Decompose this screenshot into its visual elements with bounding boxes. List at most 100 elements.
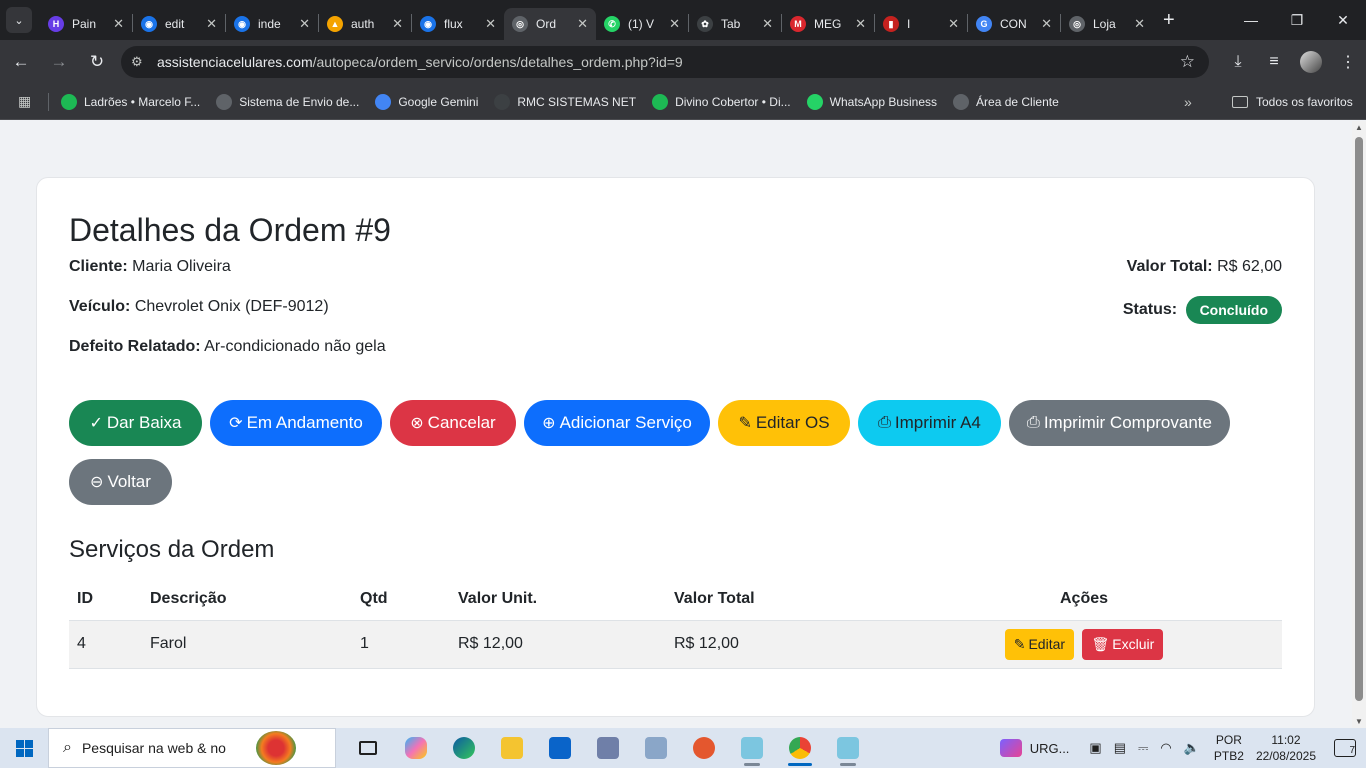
bookmark-item[interactable]: Google Gemini: [375, 93, 478, 110]
tab-close-icon[interactable]: ✕: [577, 16, 588, 32]
browser-tab[interactable]: H Pain ✕: [40, 8, 132, 40]
bookmark-star-icon[interactable]: ☆: [1180, 52, 1195, 72]
notepad-icon[interactable]: [728, 728, 776, 768]
taskbar-search[interactable]: ⌕ Pesquisar na web & no: [48, 728, 336, 768]
menu-kebab-icon[interactable]: ⋮: [1330, 52, 1366, 72]
all-bookmarks-folder[interactable]: Todos os favoritos: [1232, 95, 1353, 109]
browser-tab[interactable]: G CON ✕: [968, 8, 1060, 40]
status-label: Status:: [1122, 301, 1178, 319]
editar-os-button[interactable]: ✎ Editar OS: [718, 400, 850, 446]
tab-close-icon[interactable]: ✕: [299, 16, 310, 32]
bookmark-item[interactable]: Área de Cliente: [953, 93, 1059, 110]
url-text[interactable]: assistenciacelulares.com/autopeca/ordem_…: [157, 54, 683, 70]
media-control-icon[interactable]: ≡: [1256, 53, 1292, 71]
tab-title: edit: [165, 17, 185, 31]
bookmark-item[interactable]: Sistema de Envio de...: [216, 93, 359, 110]
browser-tab[interactable]: M MEG ✕: [782, 8, 874, 40]
bookmark-item[interactable]: Ladrões • Marcelo F...: [61, 93, 200, 110]
delete-service-button[interactable]: 🗑 Excluir: [1082, 628, 1164, 660]
input-language[interactable]: POR PTB2: [1214, 732, 1244, 764]
lang-bottom: PTB2: [1213, 749, 1244, 763]
browser-tab[interactable]: ◉ edit ✕: [133, 8, 225, 40]
chrome-icon[interactable]: [776, 728, 824, 768]
network-tool-icon[interactable]: [584, 728, 632, 768]
tab-close-icon[interactable]: ✕: [485, 16, 496, 32]
download-icon[interactable]: ⤓: [1220, 53, 1256, 71]
volume-icon[interactable]: 🔈: [1184, 740, 1200, 756]
scroll-down-arrow-icon[interactable]: ▼: [1355, 717, 1363, 726]
imprimir-a4-button[interactable]: ⎙ Imprimir A4: [858, 400, 1001, 446]
bookmark-label: RMC SISTEMAS NET: [517, 94, 637, 109]
pencil-icon: ✎: [738, 415, 752, 432]
new-tab-plus-icon[interactable]: +: [1163, 9, 1175, 32]
tab-close-icon[interactable]: ✕: [113, 16, 124, 32]
minimize-icon[interactable]: —: [1228, 0, 1274, 40]
delete-service-label: Excluir: [1112, 636, 1155, 652]
browser-tab[interactable]: ◉ flux ✕: [412, 8, 504, 40]
edge-icon[interactable]: [440, 728, 488, 768]
task-view-icon[interactable]: [344, 728, 392, 768]
bookmark-item[interactable]: RMC SISTEMAS NET: [494, 93, 637, 110]
tab-close-icon[interactable]: ✕: [948, 16, 959, 32]
browser-tab[interactable]: ▲ auth ✕: [319, 8, 411, 40]
bookmark-item[interactable]: WhatsApp Business: [806, 93, 937, 110]
profile-avatar[interactable]: [1300, 51, 1322, 73]
tab-close-icon[interactable]: ✕: [1134, 16, 1145, 32]
apps-grid-icon[interactable]: ▦: [18, 93, 38, 110]
close-window-icon[interactable]: ✕: [1320, 0, 1366, 40]
address-bar[interactable]: ⚙ assistenciacelulares.com/autopeca/orde…: [121, 46, 1209, 78]
dar-baixa-label: Dar Baixa: [106, 413, 182, 432]
tray-app[interactable]: URG...: [999, 739, 1069, 757]
edit-service-button[interactable]: ✎ Editar: [1004, 628, 1075, 660]
page-scrollbar[interactable]: ▲ ▼: [1352, 121, 1366, 728]
cancelar-button[interactable]: ⊗ Cancelar: [390, 400, 516, 446]
printer-icon: ⎙: [878, 414, 891, 431]
office-files-icon[interactable]: [632, 728, 680, 768]
browser-tab[interactable]: ◎ Loja ✕: [1061, 8, 1153, 40]
copilot-icon[interactable]: [392, 728, 440, 768]
tab-close-icon[interactable]: ✕: [392, 16, 403, 32]
scroll-up-arrow-icon[interactable]: ▲: [1355, 123, 1363, 132]
tab-search-chevron-icon[interactable]: ⌄: [6, 7, 32, 33]
forward-arrow-icon[interactable]: →: [42, 45, 76, 79]
tab-title: flux: [444, 17, 463, 31]
clock[interactable]: 11:02 22/08/2025: [1256, 732, 1316, 764]
browser-tab-strip: ⌄ H Pain ✕ ◉ edit ✕ ◉ inde ✕ ▲ auth ✕ ◉ flux ✕ ◎ Ord ✕ ✆ (1…: [0, 0, 1366, 40]
meet-icon[interactable]: ▣: [1089, 740, 1101, 756]
wifi-icon[interactable]: ◠: [1160, 740, 1171, 756]
outlook-icon[interactable]: [536, 728, 584, 768]
browser-tab[interactable]: ◎ Ord ✕: [504, 8, 596, 40]
tab-close-icon[interactable]: ✕: [855, 16, 866, 32]
more-bookmarks-chevron-icon[interactable]: »: [1184, 94, 1192, 110]
tab-close-icon[interactable]: ✕: [206, 16, 217, 32]
imprimir-comprovante-button[interactable]: ⎙ Imprimir Comprovante: [1009, 400, 1230, 446]
plus-circle-icon: ⊕: [542, 415, 556, 432]
tab-close-icon[interactable]: ✕: [669, 16, 680, 32]
dar-baixa-button[interactable]: ✓ Dar Baixa: [69, 400, 202, 446]
browser-tab[interactable]: ◉ inde ✕: [226, 8, 318, 40]
scrollbar-thumb[interactable]: [1355, 137, 1363, 701]
voltar-button[interactable]: ⊖ Voltar: [69, 459, 172, 505]
col-header-descricao: Descrição: [142, 578, 352, 621]
start-button[interactable]: [0, 739, 48, 757]
back-arrow-icon[interactable]: ←: [4, 45, 38, 79]
file-explorer-icon[interactable]: [488, 728, 536, 768]
tab-close-icon[interactable]: ✕: [762, 16, 773, 32]
restore-icon[interactable]: ❐: [1274, 0, 1320, 40]
site-info-icon[interactable]: ⚙: [131, 54, 149, 70]
adicionar-servico-button[interactable]: ⊕ Adicionar Serviço: [524, 400, 710, 446]
tab-close-icon[interactable]: ✕: [1041, 16, 1052, 32]
capture-icon[interactable]: ▤: [1114, 740, 1126, 756]
reload-icon[interactable]: ↻: [80, 45, 114, 79]
services-table: ID Descrição Qtd Valor Unit. Valor Total…: [69, 578, 1282, 669]
browser-tab[interactable]: ▮ I ✕: [875, 8, 967, 40]
notifications-icon[interactable]: 7: [1334, 739, 1356, 757]
notepad-icon-2[interactable]: [824, 728, 872, 768]
browser-tab[interactable]: ✆ (1) V ✕: [596, 8, 688, 40]
browser-tab[interactable]: ✿ Tab ✕: [689, 8, 781, 40]
snipping-tool-icon[interactable]: [680, 728, 728, 768]
power-icon[interactable]: ⎓: [1138, 740, 1148, 756]
cell-valor-unit: R$ 12,00: [450, 620, 666, 669]
em-andamento-button[interactable]: ⟳ Em Andamento: [210, 400, 382, 446]
bookmark-item[interactable]: Divino Cobertor • Di...: [652, 93, 791, 110]
